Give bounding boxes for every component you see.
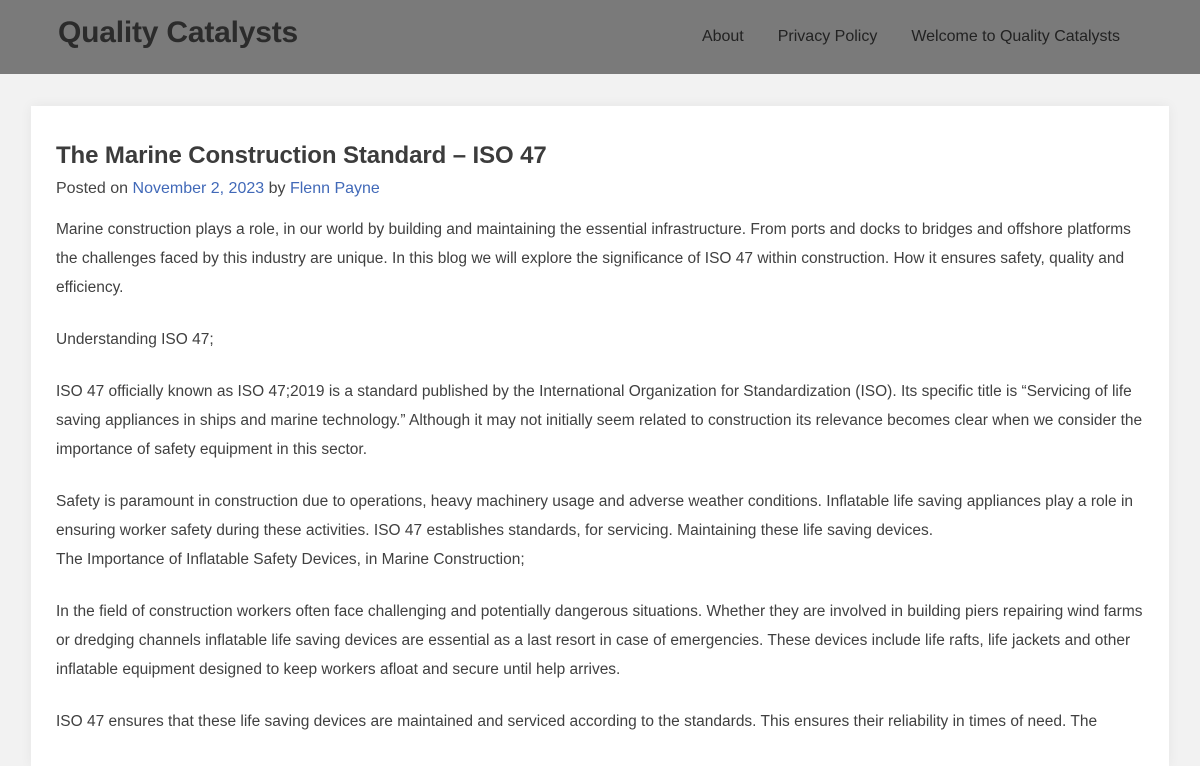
posted-on-label: Posted on — [56, 180, 129, 197]
post-paragraph: Marine construction plays a role, in our… — [56, 221, 1131, 296]
post-paragraph: The Importance of Inflatable Safety Devi… — [56, 551, 525, 568]
post-meta: Posted on November 2, 2023 by Flenn Payn… — [56, 180, 1144, 198]
by-label: by — [268, 180, 286, 197]
nav-link-welcome[interactable]: Welcome to Quality Catalysts — [911, 28, 1120, 46]
post-body: Marine construction plays a role, in our… — [56, 215, 1144, 736]
site-header: Quality Catalysts About Privacy Policy W… — [0, 0, 1200, 74]
blog-post: The Marine Construction Standard – ISO 4… — [31, 142, 1169, 736]
post-title: The Marine Construction Standard – ISO 4… — [56, 142, 547, 169]
nav-link-privacy-policy[interactable]: Privacy Policy — [778, 28, 878, 46]
site-title[interactable]: Quality Catalysts — [58, 16, 298, 50]
post-paragraph: ISO 47 ensures that these life saving de… — [56, 713, 1098, 730]
content-card: The Marine Construction Standard – ISO 4… — [31, 106, 1169, 766]
author-link[interactable]: Flenn Payne — [290, 180, 380, 197]
main-navigation: About Privacy Policy Welcome to Quality … — [702, 28, 1120, 46]
nav-link-about[interactable]: About — [702, 28, 744, 46]
post-paragraph: In the field of construction workers oft… — [56, 603, 1143, 678]
post-paragraph: Safety is paramount in construction due … — [56, 493, 1134, 539]
post-date-link[interactable]: November 2, 2023 — [133, 180, 265, 197]
post-paragraph: Understanding ISO 47; — [56, 331, 214, 348]
post-paragraph: ISO 47 officially known as ISO 47;2019 i… — [56, 383, 1143, 458]
